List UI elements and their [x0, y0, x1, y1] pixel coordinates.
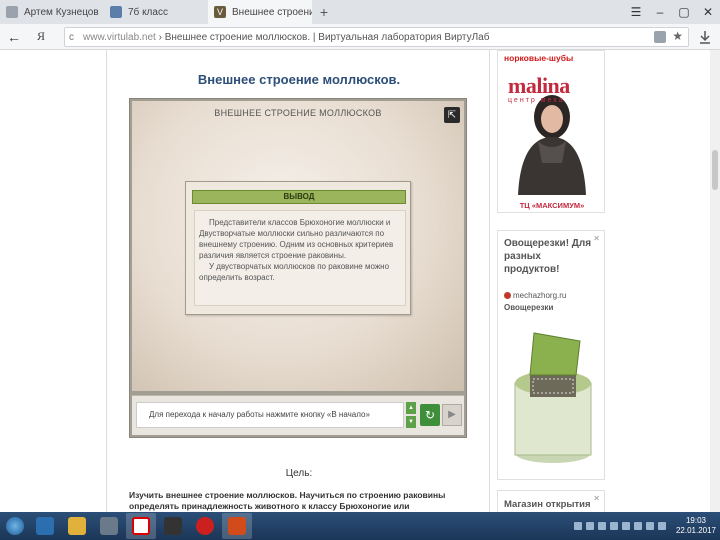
tray-icon[interactable]	[633, 522, 642, 530]
taskbar-app[interactable]	[30, 513, 60, 539]
taskbar: 19:03 22.01.2017	[0, 512, 720, 540]
reload-icon[interactable]: c	[69, 32, 83, 43]
tray-icon[interactable]	[573, 522, 582, 530]
yandex-browser-icon	[132, 517, 150, 535]
dialog-heading: ВЫВОД	[192, 190, 406, 204]
malina-logo-sub: центр меха	[508, 97, 565, 104]
network-icon[interactable]	[645, 522, 654, 530]
page-title: Внешнее строение моллюсков.	[197, 72, 401, 87]
cortana-icon	[36, 517, 54, 535]
clock-time: 19:03	[685, 516, 706, 525]
window-controls: ☰ – ▢ ✕	[624, 0, 720, 24]
tab-7b-class[interactable]: 7б класс	[104, 0, 208, 24]
taskbar-app[interactable]	[222, 513, 252, 539]
store-ad[interactable]: Магазин открытия ✕	[497, 490, 605, 512]
hint-text: Для перехода к началу работы нажмите кно…	[136, 402, 404, 428]
clock[interactable]: 19:03 22.01.2017	[676, 516, 716, 536]
lab-control-bar: Для перехода к началу работы нажмите кно…	[132, 395, 464, 435]
ad-title: Овощерезки! Для разных продуктов!	[504, 238, 592, 275]
tray-icon[interactable]	[597, 522, 606, 530]
ad-site: mechazhorg.ru	[504, 291, 566, 300]
taskbar-app[interactable]	[62, 513, 92, 539]
ad-tag: норковые-шубы	[504, 53, 574, 63]
maximize-button[interactable]: ▢	[672, 0, 696, 24]
url-field[interactable]: c www.virtulab.net › Внешнее строение мо…	[64, 27, 689, 47]
tab-label: 7б класс	[128, 6, 168, 18]
taskbar-app[interactable]	[126, 513, 156, 539]
hint-scroll: ▲ ▼	[406, 402, 416, 428]
malina-logo: malina	[508, 73, 570, 98]
close-window-button[interactable]: ✕	[696, 0, 720, 24]
vegetable-chopper-image	[514, 332, 592, 463]
app-icon	[164, 517, 182, 535]
fur-ad[interactable]: норковые-шубы malina центр меха ТЦ «МАКС…	[497, 50, 605, 213]
ad-caption: ТЦ «МАКСИМУМ»	[519, 201, 585, 210]
opera-icon	[196, 517, 214, 535]
app-icon	[100, 517, 118, 535]
ad-close-icon[interactable]: ✕	[593, 234, 600, 243]
bookmark-star-icon[interactable]: ★	[672, 29, 683, 43]
conclusion-dialog: ВЫВОД Представители классов Брюхоногие м…	[185, 181, 411, 315]
virtulab-icon: V	[214, 6, 226, 18]
tab-mollusks[interactable]: V Внешнее строение моллюсков ✕	[208, 0, 312, 24]
lab-frame: ВНЕШНЕЕ СТРОЕНИЕ МОЛЛЮСКОВ ⇱ ВЫВОД Предс…	[129, 98, 467, 438]
powerpoint-icon	[228, 517, 246, 535]
tab-artem[interactable]: Артем Кузнецов	[0, 0, 104, 24]
vk-icon	[110, 6, 122, 18]
download-icon[interactable]	[698, 30, 712, 44]
start-button[interactable]	[0, 512, 30, 540]
tray-icon[interactable]	[621, 522, 630, 530]
taskbar-app[interactable]	[158, 513, 188, 539]
ad-name: Овощерезки	[504, 303, 554, 312]
back-button[interactable]: ←	[0, 29, 28, 45]
next-button[interactable]: ▶	[442, 404, 462, 426]
fullscreen-icon[interactable]: ⇱	[444, 107, 460, 123]
chopper-ad[interactable]: ✕ Овощерезки! Для разных продуктов! mech…	[497, 230, 605, 480]
tab-label: Внешнее строение моллюсков	[232, 6, 312, 18]
tab-label: Артем Кузнецов	[24, 6, 99, 18]
tray-icon[interactable]	[609, 522, 618, 530]
new-tab-button[interactable]: +	[312, 0, 336, 24]
lab-screen: ВНЕШНЕЕ СТРОЕНИЕ МОЛЛЮСКОВ ⇱ ВЫВОД Предс…	[132, 101, 464, 391]
url-text: www.virtulab.net › Внешнее строение молл…	[83, 31, 490, 43]
yandex-button[interactable]: Я	[28, 29, 54, 44]
scroll-up-button[interactable]: ▲	[406, 402, 416, 414]
restart-button[interactable]: ↻	[420, 404, 440, 426]
menu-button[interactable]: ☰	[624, 0, 648, 24]
tab-bar: Артем Кузнецов 7б класс V Внешнее строен…	[0, 0, 720, 24]
address-bar: ← Я c www.virtulab.net › Внешнее строени…	[0, 24, 720, 50]
conclusion-text-2: У двустворчатых моллюсков по раковине мо…	[199, 262, 390, 282]
scrollbar-thumb[interactable]	[712, 150, 718, 190]
dialog-body: Представители классов Брюхоногие моллюск…	[194, 210, 406, 306]
goal-label: Цель:	[285, 468, 313, 479]
windows-icon	[6, 517, 24, 535]
lab-title: ВНЕШНЕЕ СТРОЕНИЕ МОЛЛЮСКОВ	[214, 108, 382, 118]
scroll-down-button[interactable]: ▼	[406, 416, 416, 428]
system-tray: 19:03 22.01.2017	[573, 512, 720, 540]
minimize-button[interactable]: –	[648, 0, 672, 24]
conclusion-text: Представители классов Брюхоногие моллюск…	[199, 218, 394, 260]
clock-date: 22.01.2017	[675, 526, 716, 535]
taskbar-app[interactable]	[94, 513, 124, 539]
volume-icon[interactable]	[657, 522, 666, 530]
main-content: Внешнее строение моллюсков. ВНЕШНЕЕ СТРО…	[106, 50, 490, 512]
goal-text: Изучить внешнее строение моллюсков. Науч…	[129, 490, 446, 511]
page-scrollbar[interactable]	[710, 50, 720, 512]
tray-icon[interactable]	[585, 522, 594, 530]
taskbar-app[interactable]	[190, 513, 220, 539]
page-viewport: Внешнее строение моллюсков. ВНЕШНЕЕ СТРО…	[0, 50, 710, 512]
profile-icon	[6, 6, 18, 18]
ad-title: Магазин открытия	[504, 499, 591, 510]
explorer-icon	[68, 517, 86, 535]
protect-icon[interactable]	[654, 31, 666, 43]
site-favicon-icon	[504, 292, 511, 299]
ad-close-icon[interactable]: ✕	[593, 494, 600, 503]
